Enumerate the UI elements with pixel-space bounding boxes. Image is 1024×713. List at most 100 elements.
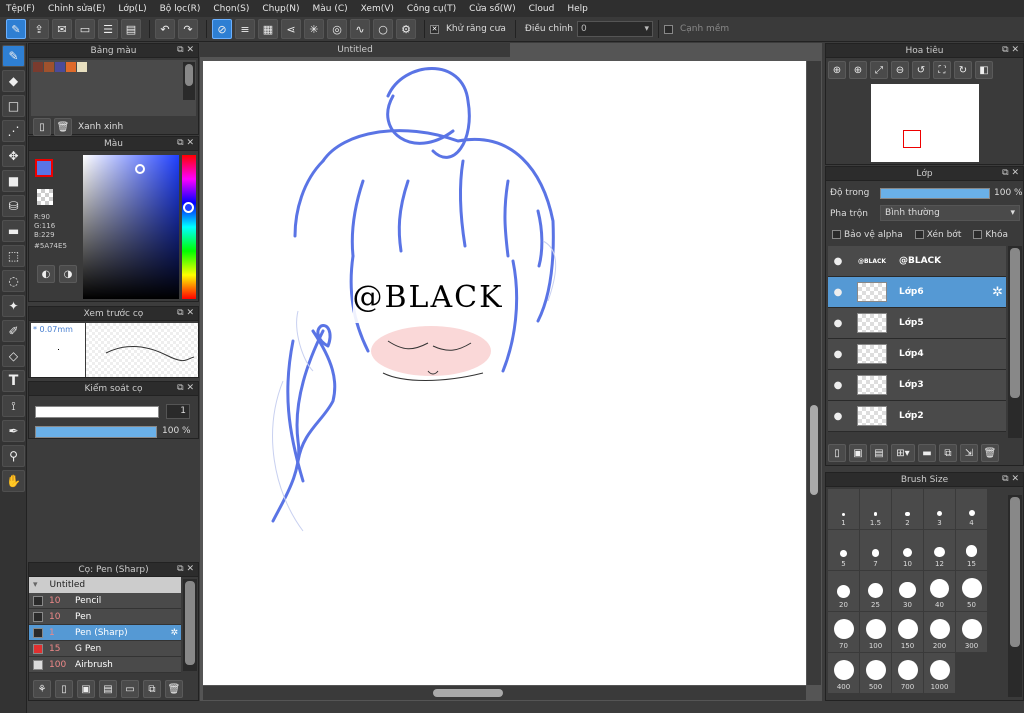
visibility-icon[interactable]: ● [831, 287, 845, 298]
add-brush-icon[interactable]: ▣ [77, 680, 95, 698]
new-palette-icon[interactable]: ▯ [33, 118, 51, 136]
zoom-fit-icon[interactable]: ⊕ [828, 61, 846, 79]
palette-swatch[interactable] [33, 62, 43, 72]
brush-size-cell[interactable]: 4 [956, 489, 987, 529]
menu-item[interactable]: Cửa sổ(W) [469, 4, 515, 14]
layer-row[interactable]: ● Lớp4 [828, 339, 1006, 370]
snap-ellipse-icon[interactable]: ○ [373, 19, 393, 39]
palette-swatch[interactable] [77, 62, 87, 72]
layer-row[interactable]: ● Lớp3 [828, 370, 1006, 401]
protect-alpha-checkbox[interactable] [832, 230, 841, 239]
navigator-preview[interactable] [871, 84, 979, 162]
brush-size-cell[interactable]: 200 [924, 612, 955, 652]
brush-size-scrollbar[interactable] [1008, 495, 1022, 697]
visibility-icon[interactable]: ● [831, 411, 845, 422]
gear-icon[interactable]: ✲ [170, 628, 178, 638]
chat-icon[interactable]: ▭ [75, 19, 95, 39]
brush-mode-icon[interactable]: ✎ [6, 19, 26, 39]
brush-size-cell[interactable]: 70 [828, 612, 859, 652]
brush-size-cell[interactable]: 700 [892, 653, 923, 693]
merge-layer-icon[interactable]: ⇲ [960, 444, 978, 462]
gear-icon[interactable]: ✲ [992, 285, 1003, 300]
new-layer-icon[interactable]: ▯ [828, 444, 846, 462]
snap-settings-icon[interactable]: ⚙ [396, 19, 416, 39]
duplicate-layer-icon[interactable]: ⧉ [939, 444, 957, 462]
flip-icon[interactable]: ◧ [975, 61, 993, 79]
layer-row[interactable]: ● @BLACK @BLACK [828, 246, 1006, 277]
undo-icon[interactable]: ↶ [155, 19, 175, 39]
lock-checkbox[interactable] [973, 230, 983, 239]
magic-wand-tool-icon[interactable]: ✦ [2, 295, 25, 317]
move-tool-icon[interactable]: ✥ [2, 145, 25, 167]
fit-screen-icon[interactable]: ⛶ [933, 61, 951, 79]
brush-size-cell[interactable]: 100 [860, 612, 891, 652]
brush-size-cell[interactable]: 25 [860, 571, 891, 611]
brush-item[interactable]: 100 Airbrush [29, 657, 181, 673]
foreground-color-swatch[interactable] [35, 159, 53, 177]
panel-float-close-icon[interactable]: ⧉ ✕ [177, 138, 194, 148]
new-8bit-layer-icon[interactable]: ▣ [849, 444, 867, 462]
brush-size-cell[interactable]: 500 [860, 653, 891, 693]
select-eraser-tool-icon[interactable]: ◇ [2, 345, 25, 367]
snap-perspective-icon[interactable]: ⋖ [281, 19, 301, 39]
new-brush-icon[interactable]: ▯ [55, 680, 73, 698]
brush-size-cell[interactable]: 3 [924, 489, 955, 529]
panel-float-close-icon[interactable]: ⧉ ✕ [177, 45, 194, 55]
brush-item[interactable]: 10 Pencil [29, 593, 181, 609]
panel-float-close-icon[interactable]: ⧉ ✕ [177, 564, 194, 574]
export-icon[interactable]: ⇪ [29, 19, 49, 39]
divide-tool-icon[interactable]: ⟟ [2, 395, 25, 417]
folder-brush-icon[interactable]: ▭ [121, 680, 139, 698]
brush-group-header[interactable]: ▾ Untitled [29, 577, 181, 593]
snap-grid-icon[interactable]: ▦ [258, 19, 278, 39]
eyedropper-tool-icon[interactable]: ⚲ [2, 445, 25, 467]
redo-icon[interactable]: ↷ [178, 19, 198, 39]
select-pen-tool-icon[interactable]: ✐ [2, 320, 25, 342]
visibility-icon[interactable]: ● [831, 349, 845, 360]
panel-float-close-icon[interactable]: ⧉ ✕ [177, 383, 194, 393]
brush-size-cell[interactable]: 5 [828, 530, 859, 570]
fill-rect-tool-icon[interactable]: ■ [2, 170, 25, 192]
blur-tool-icon[interactable]: ✒ [2, 420, 25, 442]
dot-pen-tool-icon[interactable]: ⋰ [2, 120, 25, 142]
brush-size-cell[interactable]: 1.5 [860, 489, 891, 529]
palette-swatch[interactable] [66, 62, 76, 72]
duplicate-brush-icon[interactable]: ⧉ [143, 680, 161, 698]
brush-size-cell[interactable]: 400 [828, 653, 859, 693]
panel-float-close-icon[interactable]: ⧉ ✕ [1002, 168, 1019, 178]
drawing-canvas[interactable]: @BLACK [203, 61, 806, 685]
brush-size-cell[interactable]: 30 [892, 571, 923, 611]
select-rect-tool-icon[interactable]: ⬚ [2, 245, 25, 267]
brush-size-cell[interactable]: 1 [828, 489, 859, 529]
brush-size-cell[interactable]: 7 [860, 530, 891, 570]
brush-size-cell[interactable]: 20 [828, 571, 859, 611]
color-mix-icon[interactable]: ◑ [59, 265, 77, 283]
brush-size-value[interactable]: 1 [166, 404, 190, 419]
bucket-tool-icon[interactable]: ⛁ [2, 195, 25, 217]
brush-item[interactable]: 1 Pen (Sharp) ✲ [29, 625, 181, 641]
rotate-right-icon[interactable]: ↻ [954, 61, 972, 79]
menu-item[interactable]: Chọn(S) [213, 4, 249, 14]
hue-handle[interactable] [183, 202, 194, 213]
brush-size-cell[interactable]: 15 [956, 530, 987, 570]
gradient-tool-icon[interactable]: ▬ [2, 220, 25, 242]
brush-size-cell[interactable]: 2 [892, 489, 923, 529]
brush-item[interactable]: 15 G Pen [29, 641, 181, 657]
snap-parallel-icon[interactable]: ≡ [235, 19, 255, 39]
delete-brush-icon[interactable]: 🗑 [165, 680, 183, 698]
brush-list-scrollbar[interactable] [183, 579, 197, 671]
brush-settings-icon[interactable]: ⚘ [33, 680, 51, 698]
zoom-in-icon[interactable]: ⊕ [849, 61, 867, 79]
menu-item[interactable]: Lớp(L) [118, 4, 146, 14]
brush-size-cell[interactable]: 300 [956, 612, 987, 652]
snap-circle-icon[interactable]: ◎ [327, 19, 347, 39]
menu-item[interactable]: Help [567, 4, 588, 14]
visibility-icon[interactable]: ● [831, 256, 845, 267]
comment-icon[interactable]: ✉ [52, 19, 72, 39]
document-tab[interactable]: Untitled [200, 43, 510, 57]
snap-radial-icon[interactable]: ✳ [304, 19, 324, 39]
blend-mode-select[interactable]: Bình thường ▾ [880, 205, 1020, 221]
rotate-left-icon[interactable]: ↺ [912, 61, 930, 79]
list-icon[interactable]: ☰ [98, 19, 118, 39]
brush-size-cell[interactable]: 40 [924, 571, 955, 611]
